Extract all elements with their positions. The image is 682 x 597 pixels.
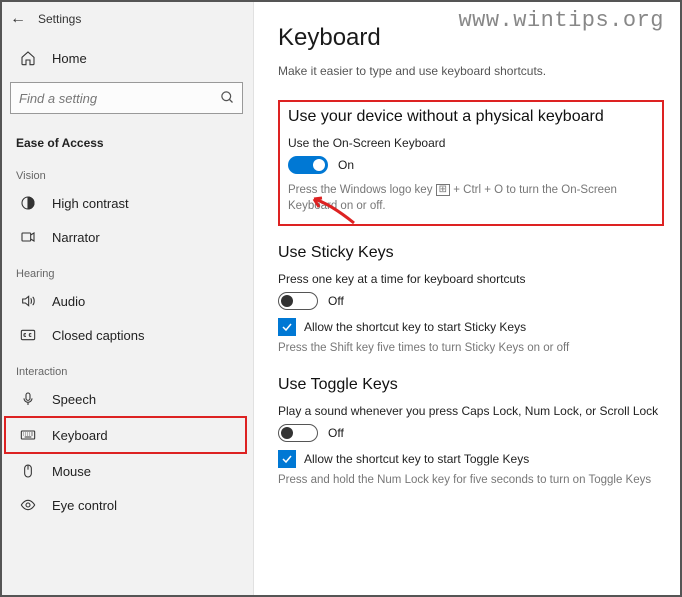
toggle-state: Off xyxy=(328,426,344,440)
toggle-keys-toggle[interactable] xyxy=(278,424,318,442)
sidebar: ← Settings Home Ease of Access Vision Hi… xyxy=(0,0,254,597)
mouse-icon xyxy=(16,463,40,479)
sidebar-item-label: Home xyxy=(52,51,87,66)
sidebar-item-label: Mouse xyxy=(52,464,91,479)
toggle-keys-shortcut-checkbox[interactable] xyxy=(278,450,296,468)
sidebar-item-label: Speech xyxy=(52,392,96,407)
sticky-keys-shortcut-checkbox[interactable] xyxy=(278,318,296,336)
onscreen-keyboard-section: Use your device without a physical keybo… xyxy=(278,100,664,226)
eye-icon xyxy=(16,497,40,513)
speech-icon xyxy=(16,391,40,407)
option-label: Play a sound whenever you press Caps Loc… xyxy=(278,404,664,418)
sidebar-item-mouse[interactable]: Mouse xyxy=(0,454,253,488)
section-heading: Use Toggle Keys xyxy=(278,376,664,394)
group-label-interaction: Interaction xyxy=(0,352,253,382)
back-icon[interactable]: ← xyxy=(10,10,38,28)
sidebar-item-label: High contrast xyxy=(52,196,129,211)
sticky-keys-section: Use Sticky Keys Press one key at a time … xyxy=(278,244,664,356)
hint-text: Press the Windows logo key ⊞ + Ctrl + O … xyxy=(288,182,652,214)
window-title: Settings xyxy=(38,12,81,26)
sidebar-item-speech[interactable]: Speech xyxy=(0,382,253,416)
toggle-state: Off xyxy=(328,294,344,308)
group-label-hearing: Hearing xyxy=(0,254,253,284)
sidebar-item-audio[interactable]: Audio xyxy=(0,284,253,318)
audio-icon xyxy=(16,293,40,309)
section-heading: Use your device without a physical keybo… xyxy=(288,108,652,126)
section-label: Ease of Access xyxy=(0,126,253,156)
sidebar-item-high-contrast[interactable]: High contrast xyxy=(0,186,253,220)
home-icon xyxy=(16,50,40,66)
titlebar: ← Settings xyxy=(0,6,253,38)
sidebar-item-closed-captions[interactable]: Closed captions xyxy=(0,318,253,352)
contrast-icon xyxy=(16,195,40,211)
option-label: Press one key at a time for keyboard sho… xyxy=(278,272,664,286)
toggle-state: On xyxy=(338,158,354,172)
main-content: Keyboard Make it easier to type and use … xyxy=(254,0,682,597)
group-label-vision: Vision xyxy=(0,156,253,186)
sticky-keys-toggle[interactable] xyxy=(278,292,318,310)
sidebar-item-label: Closed captions xyxy=(52,328,145,343)
windows-key-icon: ⊞ xyxy=(436,184,450,196)
narrator-icon xyxy=(16,229,40,245)
onscreen-keyboard-toggle[interactable] xyxy=(288,156,328,174)
section-heading: Use Sticky Keys xyxy=(278,244,664,262)
search-input[interactable] xyxy=(10,82,243,114)
search-icon xyxy=(220,90,235,110)
sidebar-item-label: Audio xyxy=(52,294,85,309)
toggle-keys-section: Use Toggle Keys Play a sound whenever yo… xyxy=(278,376,664,488)
watermark: www.wintips.org xyxy=(458,8,664,33)
sidebar-item-eye-control[interactable]: Eye control xyxy=(0,488,253,522)
hint-text: Press the Shift key five times to turn S… xyxy=(278,340,664,356)
checkbox-label: Allow the shortcut key to start Sticky K… xyxy=(304,320,526,334)
captions-icon xyxy=(16,327,40,343)
keyboard-icon xyxy=(16,427,40,443)
sidebar-item-label: Narrator xyxy=(52,230,100,245)
sidebar-item-keyboard[interactable]: Keyboard xyxy=(6,418,245,452)
sidebar-item-label: Keyboard xyxy=(52,428,108,443)
sidebar-item-home[interactable]: Home xyxy=(0,38,253,78)
search-field[interactable] xyxy=(10,82,243,114)
sidebar-item-narrator[interactable]: Narrator xyxy=(0,220,253,254)
sidebar-item-label: Eye control xyxy=(52,498,117,513)
option-label: Use the On-Screen Keyboard xyxy=(288,136,652,150)
page-subtitle: Make it easier to type and use keyboard … xyxy=(278,64,664,78)
hint-text: Press and hold the Num Lock key for five… xyxy=(278,472,664,488)
checkbox-label: Allow the shortcut key to start Toggle K… xyxy=(304,452,529,466)
